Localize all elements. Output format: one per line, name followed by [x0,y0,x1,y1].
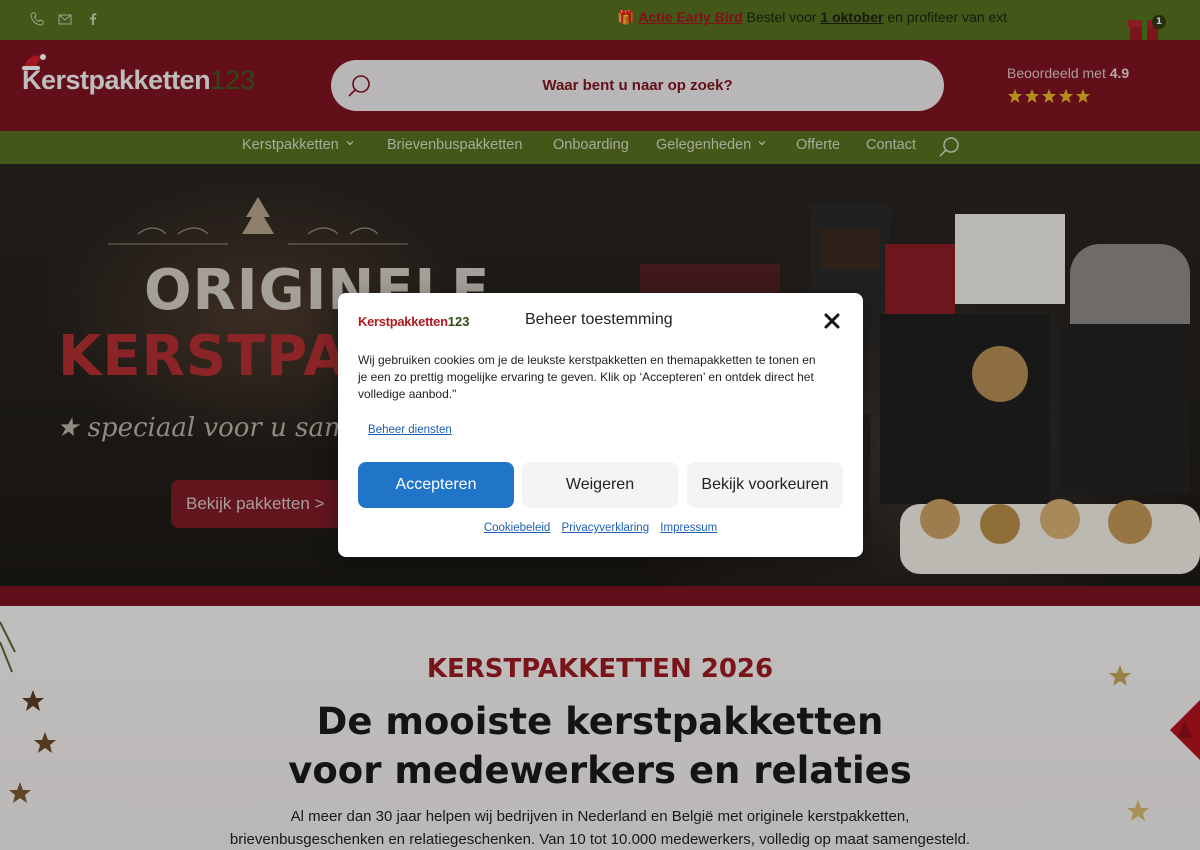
deny-button[interactable]: Weigeren [522,462,678,508]
modal-logo-text: Kerstpakketten [358,314,448,329]
cookie-policy-link[interactable]: Cookiebeleid [484,522,551,534]
cookie-consent-modal: Kerstpakketten 123 Beheer toestemming Wij… [338,293,863,557]
modal-footer-links: Cookiebeleid Privacyverklaring Impressum [338,522,863,534]
impressum-link[interactable]: Impressum [660,522,717,534]
modal-logo-number: 123 [447,314,470,329]
modal-body-text: Wij gebruiken cookies om je de leukste k… [358,353,816,401]
modal-logo: Kerstpakketten 123 [358,309,469,329]
preferences-button[interactable]: Bekijk voorkeuren [687,462,843,508]
close-icon[interactable] [823,312,841,330]
accept-button[interactable]: Accepteren [358,462,514,508]
modal-title: Beheer toestemming [525,311,673,328]
privacy-link[interactable]: Privacyverklaring [562,522,650,534]
manage-services-link[interactable]: Beheer diensten [368,424,452,436]
